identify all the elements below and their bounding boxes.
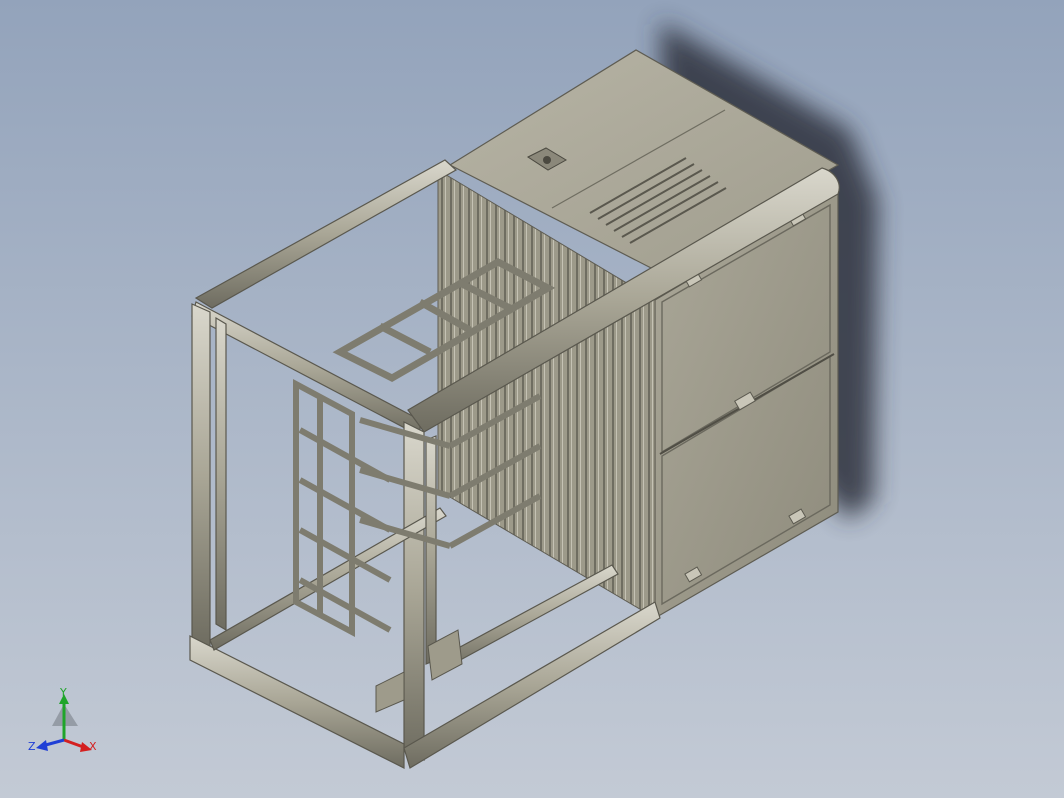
model-viewport[interactable] <box>0 0 1064 798</box>
z-axis-arrow-icon <box>36 740 48 751</box>
x-axis-label: X <box>89 740 97 753</box>
y-axis-label: Y <box>59 686 67 699</box>
cabinet-model[interactable] <box>189 49 840 769</box>
z-axis-label: Z <box>28 740 36 753</box>
view-orientation-triad[interactable]: Y X Z <box>26 684 106 756</box>
